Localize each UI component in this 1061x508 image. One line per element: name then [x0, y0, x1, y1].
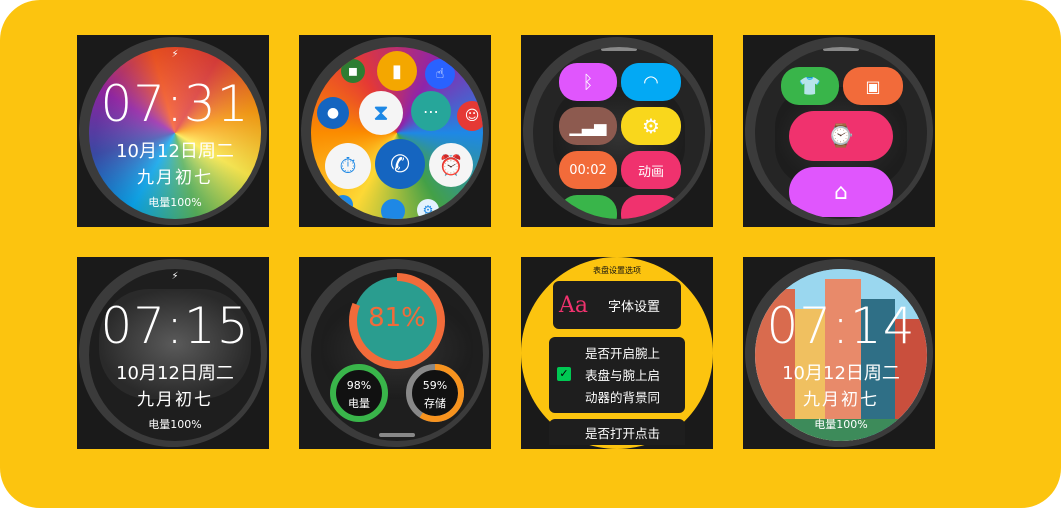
gear-icon[interactable]: ⚙ [417, 199, 439, 219]
watchface-app-launcher[interactable]: ◼ ▮ ☝ ● ⧗ ⋯ ☺ ⏱ ✆ ⏰ ⚙ [299, 35, 491, 227]
font-settings-label: 字体设置 [608, 299, 661, 315]
gear-icon[interactable]: ⚙ [621, 107, 681, 145]
stats-rings [330, 273, 464, 422]
watch-screen: ᛒ ◠ ▁▃▅ ⚙ 00:02 动画 [533, 47, 705, 219]
calendar-icon[interactable] [381, 199, 405, 219]
clock-time: 07:31 [100, 75, 250, 133]
clock-date: 10月12日周二 [116, 363, 234, 384]
settings-header: 表盘设置选项 [593, 266, 641, 275]
toggle-text-line3: 动器的背景同 [585, 390, 661, 405]
font-icon: Aa [559, 292, 589, 318]
charging-icon: ⚡ [171, 49, 179, 60]
extra-toggle-pink[interactable] [621, 195, 681, 219]
alarm-icon[interactable]: ⏰ [429, 143, 473, 187]
watchface-stats[interactable]: 81% 98% 电量 59% 存储 [299, 257, 491, 449]
clock-time: 07:14 [766, 297, 916, 355]
stopwatch-icon[interactable]: ⏱ [325, 143, 371, 189]
lunar-date: 九月初七 [137, 390, 213, 410]
watch-bezel: ⚡ 07:31 10月12日周二 九月初七 电量100% [79, 37, 267, 225]
signal-icon[interactable]: ▁▃▅ [559, 107, 617, 145]
animation-button[interactable]: 动画 [621, 151, 681, 189]
android-icon[interactable]: ◼ [341, 59, 365, 83]
toggle-text-line1: 是否开启腕上 [585, 346, 661, 361]
watch-screen: 07:14 10月12日周二 九月初七 电量100% [755, 269, 927, 441]
image-icon[interactable]: ▣ [843, 67, 903, 105]
lunar-date: 九月初七 [803, 390, 879, 410]
watch-icon[interactable]: ⌚ [789, 111, 893, 161]
watch-bezel: 81% 98% 电量 59% 存储 [301, 259, 489, 447]
sync-toggle-item[interactable]: ✓ 是否开启腕上 表盘与腕上启 动器的背景同 [549, 337, 685, 413]
checkbox-icon[interactable]: ✓ [557, 367, 571, 381]
battery-text: 电量100% [148, 418, 202, 431]
touch-icon[interactable]: ☝ [425, 59, 455, 89]
watch-screen: 👕 ▣ ⌚ ⌂ [755, 47, 927, 219]
watchface-clock-city[interactable]: 07:14 10月12日周二 九月初七 电量100% [743, 257, 935, 449]
hourglass-icon[interactable]: ⧗ [359, 91, 403, 135]
charging-icon: ⚡ [171, 271, 179, 282]
shirt-icon[interactable]: 👕 [781, 67, 839, 105]
battery-text: 电量100% [148, 196, 202, 209]
clock-date: 10月12日周二 [782, 363, 900, 384]
drag-handle[interactable] [379, 433, 415, 437]
watch-screen: ⚡ 07:31 10月12日周二 九月初七 电量100% [89, 47, 261, 219]
timer-button[interactable]: 00:02 [559, 151, 617, 189]
battery-text: 电量100% [814, 418, 868, 431]
battery-percent: 98% [346, 379, 372, 392]
watch-bezel: ᛒ ◠ ▁▃▅ ⚙ 00:02 动画 [523, 37, 711, 225]
clock-date: 10月12日周二 [116, 141, 234, 162]
lunar-date: 九月初七 [137, 168, 213, 188]
app-icon[interactable] [333, 195, 353, 215]
watchface-menu[interactable]: 👕 ▣ ⌚ ⌂ [743, 35, 935, 227]
watchface-settings[interactable]: 表盘设置选项 Aa 字体设置 ✓ 是否开启腕上 表盘与腕上启 动器的背景同 是否… [521, 257, 713, 449]
watch-bezel: ◼ ▮ ☝ ● ⧗ ⋯ ☺ ⏱ ✆ ⏰ ⚙ [301, 37, 489, 225]
person-icon[interactable]: ● [317, 97, 349, 129]
font-settings-item[interactable]: Aa 字体设置 [553, 281, 681, 329]
home-icon[interactable]: ⌂ [789, 167, 893, 217]
emoji-icon[interactable]: ☺ [457, 101, 483, 131]
watch-screen: 81% 98% 电量 59% 存储 [311, 269, 483, 441]
watch-bezel: 👕 ▣ ⌚ ⌂ [745, 37, 933, 225]
extra-toggle-green[interactable] [559, 195, 617, 219]
bluetooth-icon[interactable]: ᛒ [559, 63, 617, 101]
watchface-quick-controls[interactable]: ᛒ ◠ ▁▃▅ ⚙ 00:02 动画 [521, 35, 713, 227]
clock-time: 07:15 [100, 297, 250, 355]
main-percent: 81% [368, 303, 426, 333]
wifi-icon[interactable]: ◠ [621, 63, 681, 101]
battery-label: 电量 [348, 397, 370, 410]
watchface-clock-colorful[interactable]: ⚡ 07:31 10月12日周二 九月初七 电量100% [77, 35, 269, 227]
watch-bezel: 07:14 10月12日周二 九月初七 电量100% [745, 259, 933, 447]
drag-handle[interactable] [823, 47, 859, 51]
watch-bezel: ⚡ 07:15 10月12日周二 九月初七 电量100% [79, 259, 267, 447]
phone-icon[interactable]: ✆ [375, 139, 425, 189]
flashlight-icon[interactable]: ▮ [377, 51, 417, 91]
next-settings-item[interactable]: 是否打开点击 [549, 419, 685, 445]
next-item-text: 是否打开点击 [585, 426, 661, 441]
watch-screen: ◼ ▮ ☝ ● ⧗ ⋯ ☺ ⏱ ✆ ⏰ ⚙ [311, 47, 483, 219]
chat-icon[interactable]: ⋯ [411, 91, 451, 131]
watch-screen: ⚡ 07:15 10月12日周二 九月初七 电量100% [89, 269, 261, 441]
drag-handle[interactable] [601, 47, 637, 51]
storage-label: 存储 [424, 397, 446, 410]
watchface-clock-gamepad[interactable]: ⚡ 07:15 10月12日周二 九月初七 电量100% [77, 257, 269, 449]
storage-percent: 59% [422, 379, 448, 392]
toggle-text-line2: 表盘与腕上启 [585, 368, 661, 383]
